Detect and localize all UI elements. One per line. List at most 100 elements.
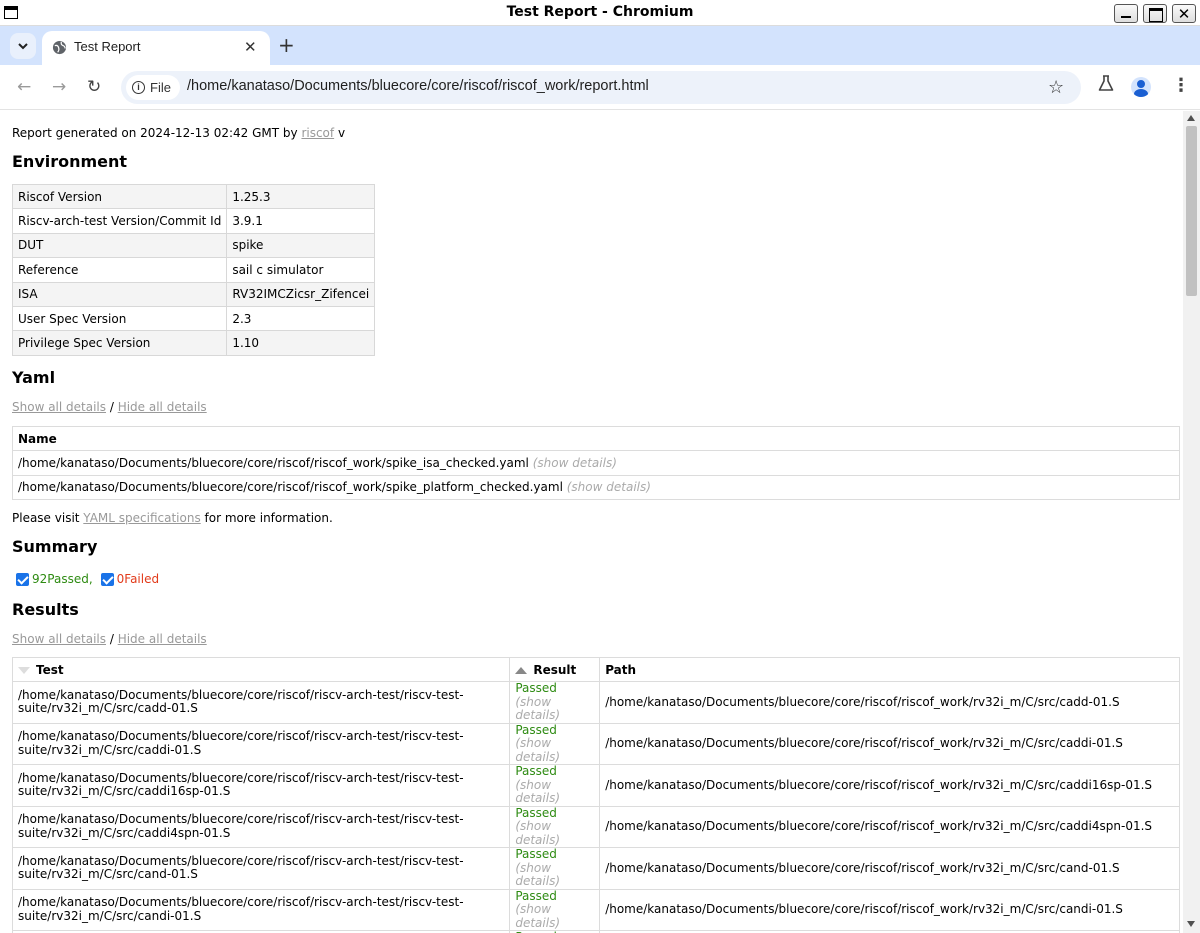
table-row: /home/kanataso/Documents/bluecore/core/r… [11,722,1180,765]
show-details-link[interactable]: (show [515,861,551,875]
yaml-spec-link[interactable]: YAML specifications [83,511,200,525]
environment-key: Riscof Version [11,183,228,210]
column-header-result[interactable]: Result [509,657,601,682]
yaml-show-all-link[interactable]: Show all details [12,400,106,414]
yaml-row: /home/kanataso/Documents/bluecore/core/r… [12,474,1180,501]
show-details-link[interactable]: details) [515,791,560,805]
yaml-visit-line: Please visit YAML specifications for mor… [12,511,333,525]
environment-row: Riscv-arch-test Version/Commit Id 3.9.1 [11,208,376,234]
show-details-link[interactable]: (show [515,902,551,916]
yaml-file-path: /home/kanataso/Documents/bluecore/core/r… [18,480,563,495]
result-cell: Passed (showdetails) [509,847,601,890]
environment-table: Riscof Version 1.25.3 Riscv-arch-test Vers… [11,183,376,356]
forward-arrow-icon[interactable]: → [52,77,66,97]
page-content: Report generated on 2024-12-13 02:42 GMT… [0,111,1183,933]
show-details-link[interactable]: details) [515,833,560,847]
environment-row: User Spec Version 2.3 [11,305,376,332]
environment-key: User Spec Version [11,305,228,332]
environment-value: spike [226,232,376,259]
table-row: /home/kanataso/Documents/bluecore/core/r… [11,805,1180,848]
new-tab-icon[interactable]: + [278,33,295,57]
environment-key: Privilege Spec Version [11,330,228,356]
environment-heading: Environment [12,152,128,171]
minimize-button[interactable] [1114,4,1138,23]
url-text[interactable]: /home/kanataso/Documents/bluecore/core/r… [187,78,649,94]
reload-icon[interactable]: ↻ [87,77,101,97]
work-path-cell: /home/kanataso/Documents/bluecore/core/r… [599,888,1180,931]
summary-heading: Summary [12,537,98,556]
environment-key: DUT [11,232,228,259]
more-menu-icon[interactable]: ⋮ [1172,75,1190,96]
profile-avatar-icon[interactable] [1131,77,1151,97]
environment-key: Riscv-arch-test Version/Commit Id [11,208,228,234]
scroll-up-icon[interactable] [1187,115,1195,121]
show-details-link[interactable]: details) [515,708,560,722]
summary-filters: 92Passed, 0Failed [16,572,159,586]
result-cell: Passed (showdetails) [509,764,601,807]
result-cell: Passed (showdetails) [509,888,601,931]
yaml-file-path: /home/kanataso/Documents/bluecore/core/r… [18,456,529,471]
bookmark-star-icon[interactable]: ☆ [1048,77,1064,98]
report-generated-line: Report generated on 2024-12-13 02:42 GMT… [12,126,346,140]
browser-toolbar: ← → ↻ i File /home/kanataso/Documents/bl… [0,65,1200,110]
show-details-link[interactable]: (show [515,819,551,833]
environment-row: Riscof Version 1.25.3 [11,183,376,210]
environment-value: 1.10 [226,330,376,356]
tab-test-report[interactable]: Test Report ✕ [42,31,270,65]
column-header-test[interactable]: Test [11,657,511,682]
show-details-link[interactable]: (show details) [533,456,617,470]
results-details-toggle: Show all details / Hide all details [12,632,207,646]
tab-title: Test Report [74,39,141,54]
show-details-link[interactable]: (show [515,695,551,709]
close-tab-icon[interactable]: ✕ [244,38,257,56]
result-cell: Passed (showdetails) [509,722,601,765]
table-row: /home/kanataso/Documents/bluecore/core/r… [11,847,1180,890]
window-titlebar: Test Report - Chromium ✕ [0,0,1200,26]
results-show-all-link[interactable]: Show all details [12,632,106,646]
back-arrow-icon[interactable]: ← [17,77,31,97]
site-info-label: File [150,80,171,95]
result-cell: Passed (showdetails) [509,805,601,848]
environment-key: Reference [11,257,228,283]
work-path-cell: /home/kanataso/Documents/bluecore/core/r… [599,764,1180,807]
show-details-link[interactable]: details) [515,916,560,930]
test-path-cell: /home/kanataso/Documents/bluecore/core/r… [11,764,511,807]
test-path-cell: /home/kanataso/Documents/bluecore/core/r… [11,722,511,765]
sort-indicator-icon [18,666,30,674]
failed-checkbox[interactable] [100,572,114,586]
work-path-cell: /home/kanataso/Documents/bluecore/core/r… [599,805,1180,848]
show-details-link[interactable]: details) [515,874,560,888]
environment-key: ISA [11,281,228,307]
show-details-link[interactable]: (show [515,736,551,750]
show-details-link[interactable]: (show [515,778,551,792]
results-heading: Results [12,600,79,619]
address-bar[interactable]: i File /home/kanataso/Documents/bluecore… [121,71,1081,104]
scroll-down-icon[interactable] [1187,921,1195,927]
results-table: Test Result Path /home/kanataso/Document… [11,657,1180,933]
table-row: /home/kanataso/Documents/bluecore/core/r… [11,681,1180,724]
site-info-chip[interactable]: i File [126,75,180,100]
passed-checkbox[interactable] [16,572,29,586]
table-row: /home/kanataso/Documents/bluecore/core/r… [11,764,1180,807]
result-status: Passed [515,722,557,737]
tab-search-button[interactable] [10,33,36,59]
column-header-path[interactable]: Path [599,657,1180,682]
labs-flask-icon[interactable] [1098,75,1114,97]
test-path-cell: /home/kanataso/Documents/bluecore/core/r… [11,805,511,848]
yaml-row: /home/kanataso/Documents/bluecore/core/r… [12,450,1180,476]
sort-ascending-icon [515,666,528,674]
yaml-hide-all-link[interactable]: Hide all details [118,400,207,414]
environment-row: Reference sail c simulator [11,257,376,283]
window-title: Test Report - Chromium [506,4,694,20]
maximize-button[interactable] [1143,4,1167,23]
close-window-button[interactable]: ✕ [1172,4,1196,23]
show-details-link[interactable]: details) [515,750,560,764]
results-hide-all-link[interactable]: Hide all details [118,632,207,646]
passed-count: 92Passed, [32,572,93,586]
riscof-link[interactable]: riscof [301,126,334,140]
environment-value: 2.3 [226,305,376,332]
scrollbar-thumb[interactable] [1186,126,1197,296]
yaml-heading: Yaml [12,368,56,387]
page-scrollbar[interactable] [1183,111,1200,933]
show-details-link[interactable]: (show details) [567,480,651,494]
